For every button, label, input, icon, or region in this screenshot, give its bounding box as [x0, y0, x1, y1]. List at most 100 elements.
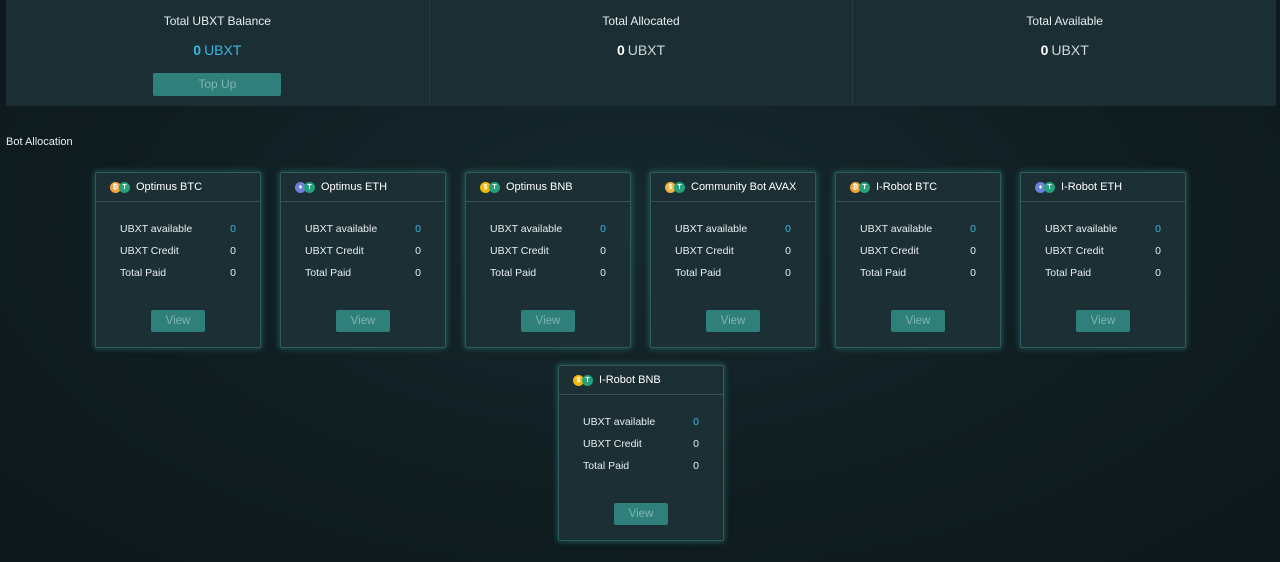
view-button[interactable]: View	[706, 310, 760, 332]
ubxt-credit-row: UBXT Credit 0	[583, 438, 699, 460]
ubxt-available-label: UBXT available	[120, 223, 193, 235]
usdt-coin-icon: T	[119, 181, 130, 193]
usdt-coin-icon: T	[674, 181, 685, 193]
bot-card: ₿ T I-Robot BTC UBXT available 0 UBXT Cre…	[835, 172, 1001, 348]
usdt-coin-icon: T	[1044, 181, 1055, 193]
ubxt-available-value: 0	[970, 223, 976, 235]
ubxt-credit-value: 0	[600, 245, 606, 257]
total-paid-row: Total Paid 0	[305, 267, 421, 289]
coin-pair-icons: ₿ T	[850, 181, 870, 193]
usdt-coin-icon: T	[859, 181, 870, 193]
ubxt-available-row: UBXT available 0	[120, 223, 236, 245]
ubxt-available-row: UBXT available 0	[305, 223, 421, 245]
total-paid-row: Total Paid 0	[675, 267, 791, 289]
view-button[interactable]: View	[1076, 310, 1130, 332]
bot-card: ₿ T Optimus BTC UBXT available 0 UBXT Cre…	[95, 172, 261, 348]
total-balance-title: Total UBXT Balance	[163, 14, 271, 28]
ubxt-credit-label: UBXT Credit	[490, 245, 549, 257]
usdt-coin-icon: T	[304, 181, 315, 193]
bot-allocation-title: Bot Allocation	[6, 136, 73, 148]
ubxt-available-label: UBXT available	[860, 223, 933, 235]
ubxt-available-label: UBXT available	[675, 223, 748, 235]
ubxt-credit-label: UBXT Credit	[583, 438, 642, 450]
ubxt-available-label: UBXT available	[490, 223, 563, 235]
bot-name: I-Robot ETH	[1061, 181, 1123, 193]
total-paid-value: 0	[693, 460, 699, 472]
view-button[interactable]: View	[614, 503, 668, 525]
usdt-coin-icon: T	[489, 181, 500, 193]
ubxt-credit-row: UBXT Credit 0	[675, 245, 791, 267]
ubxt-credit-label: UBXT Credit	[305, 245, 364, 257]
ubxt-credit-value: 0	[693, 438, 699, 450]
ubxt-credit-value: 0	[230, 245, 236, 257]
ubxt-credit-label: UBXT Credit	[860, 245, 919, 257]
ubxt-available-row: UBXT available 0	[583, 416, 699, 438]
bot-card: $ T I-Robot BNB UBXT available 0 UBXT Cre…	[558, 365, 724, 541]
bot-card-header: ♦ T I-Robot ETH	[1021, 173, 1185, 202]
ubxt-credit-row: UBXT Credit 0	[305, 245, 421, 267]
coin-pair-icons: $ T	[665, 181, 685, 193]
total-paid-value: 0	[1155, 267, 1161, 279]
bot-name: Optimus ETH	[321, 181, 388, 193]
ubxt-available-row: UBXT available 0	[860, 223, 976, 245]
ubxt-available-value: 0	[230, 223, 236, 235]
ubxt-credit-row: UBXT Credit 0	[120, 245, 236, 267]
coin-pair-icons: ₿ T	[110, 181, 130, 193]
view-button[interactable]: View	[891, 310, 945, 332]
bot-card-header: $ T I-Robot BNB	[559, 366, 723, 395]
bot-card-header: ₿ T I-Robot BTC	[836, 173, 1000, 202]
ubxt-available-row: UBXT available 0	[490, 223, 606, 245]
bot-stats: UBXT available 0 UBXT Credit 0 Total Pai…	[96, 202, 260, 289]
ubxt-available-value: 0	[785, 223, 791, 235]
ubxt-credit-row: UBXT Credit 0	[490, 245, 606, 267]
bot-card-header: $ T Community Bot AVAX	[651, 173, 815, 202]
total-available-value: 0 UBXT	[853, 42, 1276, 58]
bot-stats: UBXT available 0 UBXT Credit 0 Total Pai…	[281, 202, 445, 289]
ubxt-available-row: UBXT available 0	[1045, 223, 1161, 245]
ubxt-credit-label: UBXT Credit	[675, 245, 734, 257]
bot-stats: UBXT available 0 UBXT Credit 0 Total Pai…	[1021, 202, 1185, 289]
bot-card: ♦ T Optimus ETH UBXT available 0 UBXT Cre…	[280, 172, 446, 348]
total-paid-row: Total Paid 0	[120, 267, 236, 289]
ubxt-credit-value: 0	[415, 245, 421, 257]
bot-stats: UBXT available 0 UBXT Credit 0 Total Pai…	[651, 202, 815, 289]
total-available-section: Total Available 0 UBXT	[852, 0, 1276, 106]
ubxt-credit-value: 0	[785, 245, 791, 257]
total-paid-label: Total Paid	[583, 460, 630, 472]
total-allocated-title: Total Allocated	[602, 14, 680, 28]
total-paid-row: Total Paid 0	[860, 267, 976, 289]
total-allocated-unit: UBXT	[627, 42, 666, 58]
coin-pair-icons: ♦ T	[295, 181, 315, 193]
bot-name: I-Robot BNB	[599, 374, 661, 386]
bot-card-header: ♦ T Optimus ETH	[281, 173, 445, 202]
ubxt-available-value: 0	[415, 223, 421, 235]
total-paid-label: Total Paid	[1045, 267, 1092, 279]
bot-name: Optimus BTC	[136, 181, 203, 193]
coin-pair-icons: $ T	[480, 181, 500, 193]
view-button[interactable]: View	[521, 310, 575, 332]
ubxt-credit-value: 0	[970, 245, 976, 257]
total-balance-number: 0	[193, 42, 202, 58]
ubxt-credit-value: 0	[1155, 245, 1161, 257]
total-allocated-section: Total Allocated 0 UBXT	[428, 0, 853, 106]
total-paid-label: Total Paid	[120, 267, 167, 279]
ubxt-available-label: UBXT available	[305, 223, 378, 235]
total-paid-label: Total Paid	[305, 267, 352, 279]
total-paid-value: 0	[600, 267, 606, 279]
view-button[interactable]: View	[151, 310, 205, 332]
bot-stats: UBXT available 0 UBXT Credit 0 Total Pai…	[559, 395, 723, 482]
top-up-button[interactable]: Top Up	[153, 73, 282, 96]
bot-card-header: ₿ T Optimus BTC	[96, 173, 260, 202]
total-paid-row: Total Paid 0	[583, 460, 699, 482]
total-available-title: Total Available	[1026, 14, 1103, 28]
view-button[interactable]: View	[336, 310, 390, 332]
ubxt-available-value: 0	[693, 416, 699, 428]
bot-card: $ T Optimus BNB UBXT available 0 UBXT Cre…	[465, 172, 631, 348]
bot-card: $ T Community Bot AVAX UBXT available 0 U…	[650, 172, 816, 348]
ubxt-available-label: UBXT available	[1045, 223, 1118, 235]
bot-name: Community Bot AVAX	[691, 181, 797, 193]
total-allocated-value: 0 UBXT	[430, 42, 853, 58]
ubxt-credit-row: UBXT Credit 0	[860, 245, 976, 267]
total-paid-row: Total Paid 0	[1045, 267, 1161, 289]
total-paid-label: Total Paid	[860, 267, 907, 279]
